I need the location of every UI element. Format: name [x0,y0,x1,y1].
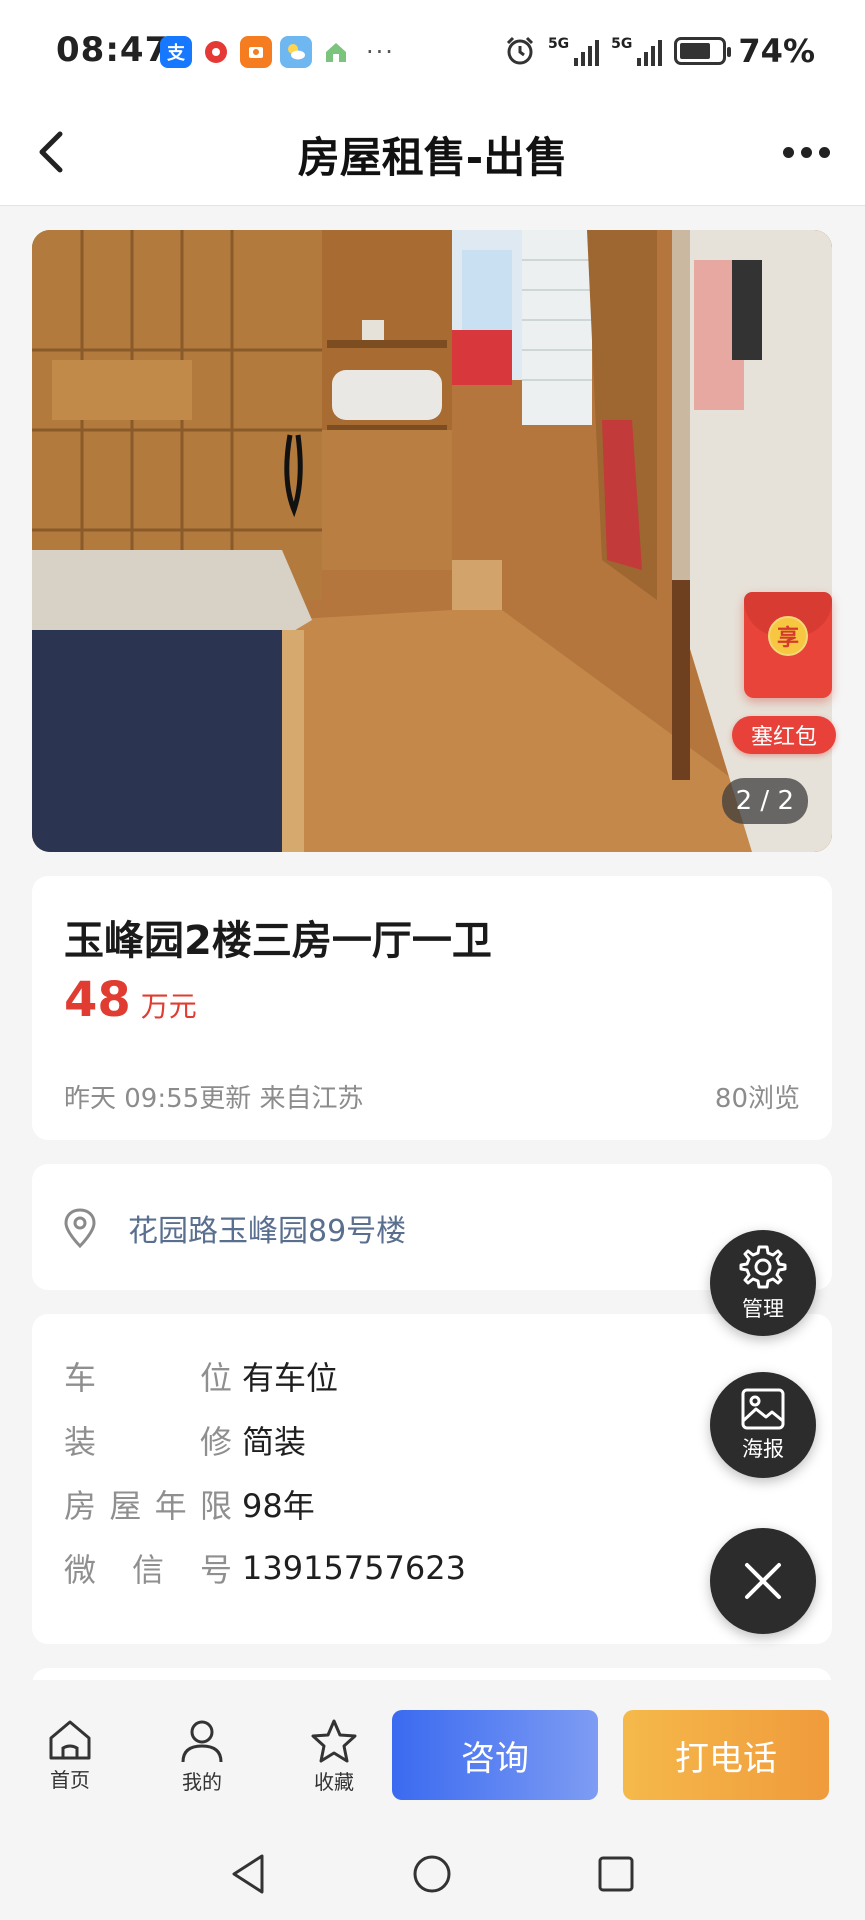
detail-label-char: 车 [64,1359,97,1397]
detail-row-wechat: 微信号 13915757623 [64,1546,466,1590]
price-unit: 万元 [140,990,197,1023]
call-button[interactable]: 打电话 [623,1710,829,1800]
detail-label: 微信号 [64,1545,232,1591]
system-recents-button[interactable] [588,1846,644,1902]
battery-icon [674,37,732,65]
red-packet-coin-icon: 享 [768,616,808,656]
nav-home-label: 首页 [50,1768,90,1792]
close-icon [745,1563,781,1599]
address-text: 花园路玉峰园89号楼 [128,1214,407,1249]
detail-label: 车位 [64,1353,232,1399]
detail-row-parking: 车位 有车位 [64,1354,338,1398]
detail-row-decoration: 装修 简装 [64,1418,306,1462]
update-info: 昨天 09:55更新 来自江苏 [64,1084,364,1114]
home-app-icon [320,36,352,68]
alarm-icon [506,36,533,65]
detail-label-char: 修 [199,1423,232,1461]
location-pin-icon [64,1208,96,1248]
detail-label-char: 微 [64,1551,97,1589]
poster-label: 海报 [742,1437,784,1461]
orange-app-icon [240,36,272,68]
detail-label: 房屋年限 [64,1481,232,1527]
star-icon [311,1719,357,1763]
detail-label: 装修 [64,1417,232,1463]
price-value: 48 [64,972,131,1028]
detail-label-char: 位 [199,1359,232,1397]
nav-home[interactable]: 首页 [30,1718,110,1793]
status-bar: 08:47 支 ··· 5G 5G 74% [0,0,865,100]
more-notifications: ··· [366,38,395,66]
detail-label-char: 年 [154,1487,187,1525]
room-image [32,230,832,852]
triangle-back-icon [232,1854,264,1894]
manage-label: 管理 [742,1297,784,1321]
listing-title: 玉峰园2楼三房一厅一卫 [64,918,492,964]
photo-counter: 2 / 2 [721,778,808,824]
red-record-icon [200,36,232,68]
detail-label-char: 信 [131,1551,164,1589]
detail-row-house-age: 房屋年限 98年 [64,1482,315,1526]
home-icon [49,1720,91,1760]
poster-button[interactable]: 海报 [710,1372,816,1478]
listing-info-card: 玉峰园2楼三房一厅一卫 48 万元 昨天 09:55更新 来自江苏 80浏览 [32,876,832,1140]
notification-icons: 支 ··· [160,36,395,68]
more-button[interactable] [771,124,841,180]
dot-icon [782,146,794,158]
circle-home-icon [413,1855,451,1893]
detail-label-char: 限 [199,1487,232,1525]
nav-favorite[interactable]: 收藏 [294,1718,374,1795]
listing-price: 48 万元 [64,972,197,1028]
nav-mine[interactable]: 我的 [162,1718,242,1795]
alipay-icon: 支 [160,36,192,68]
status-time: 08:47 [56,30,170,70]
detail-value[interactable]: 13915757623 [242,1549,466,1587]
detail-value: 有车位 [242,1359,339,1397]
system-home-button[interactable] [404,1846,460,1902]
detail-label-char: 房 [64,1487,97,1525]
detail-label-char: 屋 [109,1487,142,1525]
app-header: 房屋租售-出售 [0,100,865,206]
gear-icon [739,1245,787,1289]
detail-value: 简装 [242,1423,307,1461]
view-count: 80浏览 [714,1084,800,1114]
dot-icon [800,146,812,158]
image-icon [741,1388,785,1430]
consult-button[interactable]: 咨询 [392,1710,598,1800]
listing-photo[interactable]: 2 / 2 [32,230,832,852]
page-title: 房屋租售-出售 [297,133,568,182]
signal-2-icon: 5G [611,36,663,66]
nav-mine-label: 我的 [182,1770,222,1794]
detail-value: 98年 [242,1487,315,1525]
red-packet-label[interactable]: 塞红包 [732,716,836,754]
system-back-button[interactable] [220,1846,276,1902]
bottom-action-bar: 首页 我的 收藏 咨询 打电话 [0,1680,865,1828]
detail-label-char: 装 [64,1423,97,1461]
user-icon [181,1720,223,1763]
dot-icon [818,146,830,158]
close-fab-button[interactable] [710,1528,816,1634]
weather-icon [280,36,312,68]
square-recents-icon [598,1856,634,1892]
signal-1-icon: 5G [548,36,600,66]
nav-favorite-label: 收藏 [314,1770,354,1794]
status-right: 5G 5G 74% [504,32,815,70]
battery-percent: 74% [738,32,815,70]
detail-label-char: 号 [199,1551,232,1589]
system-nav-bar [0,1828,865,1920]
red-packet-button[interactable]: 享 [744,592,832,698]
manage-button[interactable]: 管理 [710,1230,816,1336]
